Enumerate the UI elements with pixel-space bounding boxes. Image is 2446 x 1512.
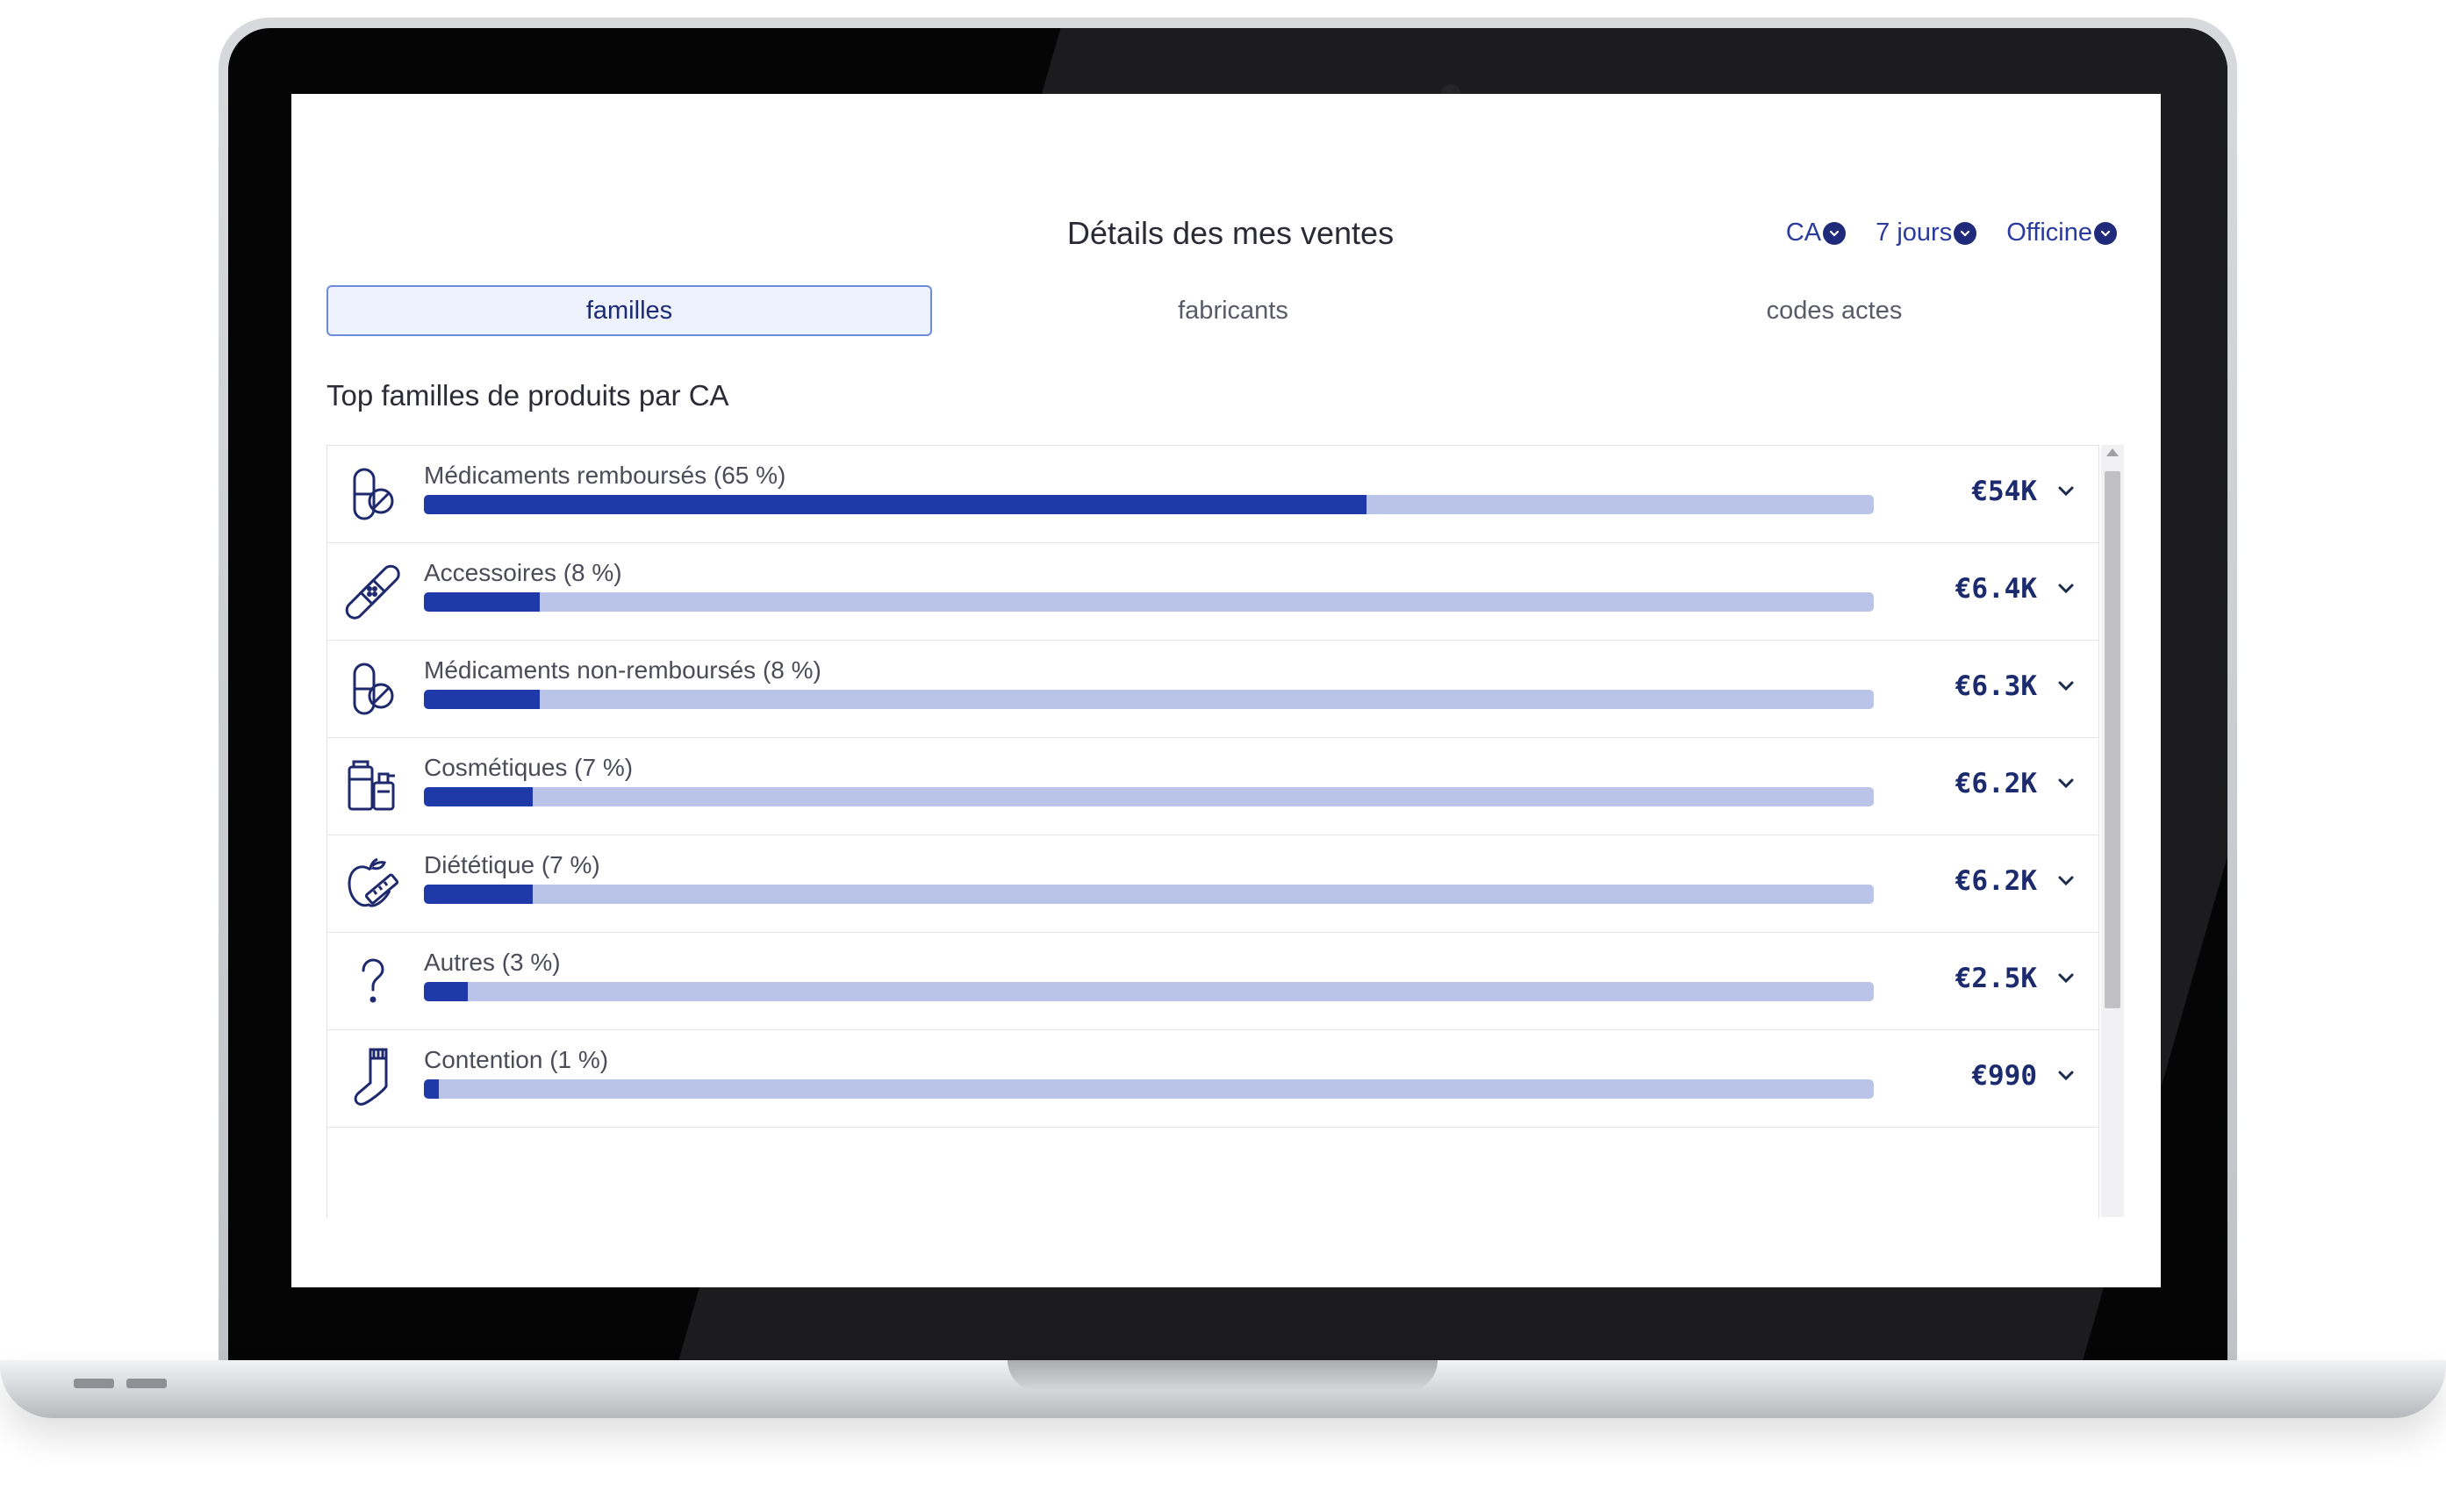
chevron-down-icon[interactable] xyxy=(2055,577,2077,599)
chevron-down-icon[interactable] xyxy=(2055,674,2077,697)
row-value: €990 xyxy=(1971,1060,2037,1092)
chevron-down-icon[interactable] xyxy=(2055,869,2077,892)
list-item[interactable]: Contention (1 %) €990 xyxy=(327,1030,2098,1128)
share-bar xyxy=(424,982,1874,1001)
chevron-down-icon[interactable] xyxy=(2055,479,2077,502)
chevron-down-icon[interactable] xyxy=(2055,771,2077,794)
row-label: Diététique (7 %) xyxy=(424,851,600,878)
share-bar-fill xyxy=(424,495,1366,514)
pill-icon xyxy=(343,660,401,718)
tab-bar: familles fabricants codes actes xyxy=(326,285,2134,336)
sock-icon xyxy=(343,1048,401,1107)
bandage-icon xyxy=(343,563,401,620)
share-bar xyxy=(424,787,1874,806)
chevron-down-icon xyxy=(1954,221,1977,245)
chevron-down-icon xyxy=(1823,221,1847,245)
share-bar-fill xyxy=(424,592,541,612)
list-item[interactable]: Médicaments non-remboursés (8 %) €6.3K xyxy=(327,641,2098,738)
share-bar xyxy=(424,885,1874,904)
share-bar-fill xyxy=(424,885,533,904)
row-label: Accessoires (8 %) xyxy=(424,559,622,586)
row-label: Médicaments remboursés (65 %) xyxy=(424,462,786,489)
filter-label: CA xyxy=(1785,219,1822,247)
row-label: Autres (3 %) xyxy=(424,949,561,976)
section-title: Top familles de produits par CA xyxy=(326,379,729,412)
question-mark-icon xyxy=(343,952,401,1010)
pill-icon xyxy=(343,465,401,523)
filter-period[interactable]: 7 jours xyxy=(1876,219,1977,247)
chevron-down-icon[interactable] xyxy=(2055,1064,2077,1086)
laptop-base-notch xyxy=(1008,1360,1438,1392)
apple-tape-measure-icon xyxy=(343,855,401,913)
row-value: €54K xyxy=(1971,476,2037,507)
row-value: €6.2K xyxy=(1955,865,2037,897)
row-value: €2.5K xyxy=(1955,963,2037,994)
filter-label: 7 jours xyxy=(1876,219,1953,247)
families-list: Médicaments remboursés (65 %) €54K Acces… xyxy=(326,445,2099,1218)
list-item[interactable]: Cosmétiques (7 %) €6.2K xyxy=(327,738,2098,835)
row-value: €6.2K xyxy=(1955,768,2037,799)
tab-codes-actes[interactable]: codes actes xyxy=(1534,285,2134,336)
list-item[interactable]: Diététique (7 %) €6.2K xyxy=(327,835,2098,933)
row-value: €6.4K xyxy=(1955,573,2037,605)
share-bar-fill xyxy=(424,690,541,709)
list-item[interactable]: Autres (3 %) €2.5K xyxy=(327,933,2098,1030)
scroll-thumb[interactable] xyxy=(2105,471,2120,1008)
share-bar xyxy=(424,690,1874,709)
chevron-down-icon[interactable] xyxy=(2055,966,2077,989)
tab-fabricants[interactable]: fabricants xyxy=(932,285,1534,336)
chevron-down-icon xyxy=(2094,221,2117,245)
speaker-grille xyxy=(126,1379,167,1388)
share-bar-fill xyxy=(424,982,468,1001)
row-label: Cosmétiques (7 %) xyxy=(424,754,634,781)
filter-label: Officine xyxy=(2006,219,2092,247)
share-bar xyxy=(424,592,1874,612)
filter-metric[interactable]: CA xyxy=(1785,219,1847,247)
row-label: Médicaments non-remboursés (8 %) xyxy=(424,656,821,684)
list-item[interactable]: Médicaments remboursés (65 %) €54K xyxy=(327,446,2098,543)
speaker-grille xyxy=(74,1379,114,1388)
tab-familles[interactable]: familles xyxy=(326,285,932,336)
app-screen: Détails des mes ventes CA 7 jours Offici… xyxy=(291,94,2161,1287)
filter-scope[interactable]: Officine xyxy=(2006,219,2117,247)
share-bar xyxy=(424,495,1874,514)
scroll-up-arrow-icon[interactable] xyxy=(2106,448,2119,456)
row-label: Contention (1 %) xyxy=(424,1046,609,1073)
share-bar-fill xyxy=(424,787,533,806)
cosmetics-bottles-icon xyxy=(343,757,401,815)
list-item[interactable]: Accessoires (8 %) €6.4K xyxy=(327,543,2098,641)
share-bar-fill xyxy=(424,1079,439,1099)
list-scrollbar[interactable] xyxy=(2101,445,2124,1217)
filter-bar: CA 7 jours Officine xyxy=(1786,219,2117,247)
row-value: €6.3K xyxy=(1955,670,2037,702)
share-bar xyxy=(424,1079,1874,1099)
